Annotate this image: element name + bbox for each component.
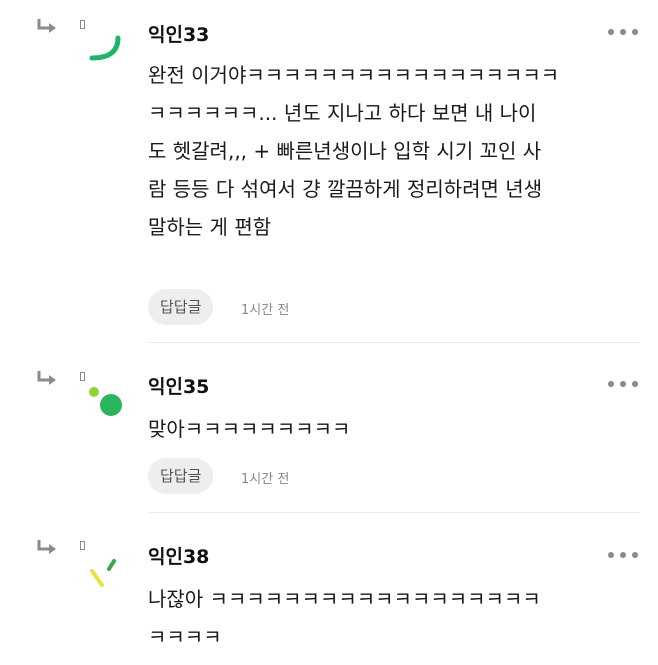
depth-marker-icon — [80, 541, 85, 550]
reply-arrow-icon — [37, 19, 56, 33]
comment-nickname[interactable]: 익인38 — [148, 542, 209, 569]
reply-arrow-icon — [37, 371, 56, 385]
comment-nickname[interactable]: 익인35 — [148, 372, 209, 399]
divider — [148, 342, 640, 343]
avatar — [89, 35, 121, 61]
more-options-icon[interactable] — [608, 550, 638, 560]
reply-button[interactable]: 답답글 — [148, 289, 214, 325]
comment-text: 완전 이거야ㅋㅋㅋㅋㅋㅋㅋㅋㅋㅋㅋㅋㅋㅋㅋㅋㅋ ㅋㅋㅋㅋㅋㅋ... 년도 지나고… — [148, 63, 560, 239]
reply-arrow-icon — [37, 540, 56, 554]
comment-time: 1시간 전 — [241, 303, 290, 318]
reply-button[interactable]: 답답글 — [148, 458, 214, 494]
avatar — [89, 387, 122, 416]
more-options-icon[interactable] — [608, 27, 638, 37]
avatar — [90, 559, 116, 587]
comment-text: 맞아ㅋㅋㅋㅋㅋㅋㅋㅋㅋ — [148, 417, 351, 441]
divider — [148, 512, 640, 513]
more-options-icon[interactable] — [608, 379, 638, 389]
comment-text: 나잖아 ㅋㅋㅋㅋㅋㅋㅋㅋㅋㅋㅋㅋㅋㅋㅋㅋㅋㅋ ㅋㅋㅋㅋ — [148, 587, 541, 649]
depth-marker-icon — [80, 372, 85, 381]
comment-nickname[interactable]: 익인33 — [148, 20, 209, 47]
comment-time: 1시간 전 — [241, 472, 290, 487]
